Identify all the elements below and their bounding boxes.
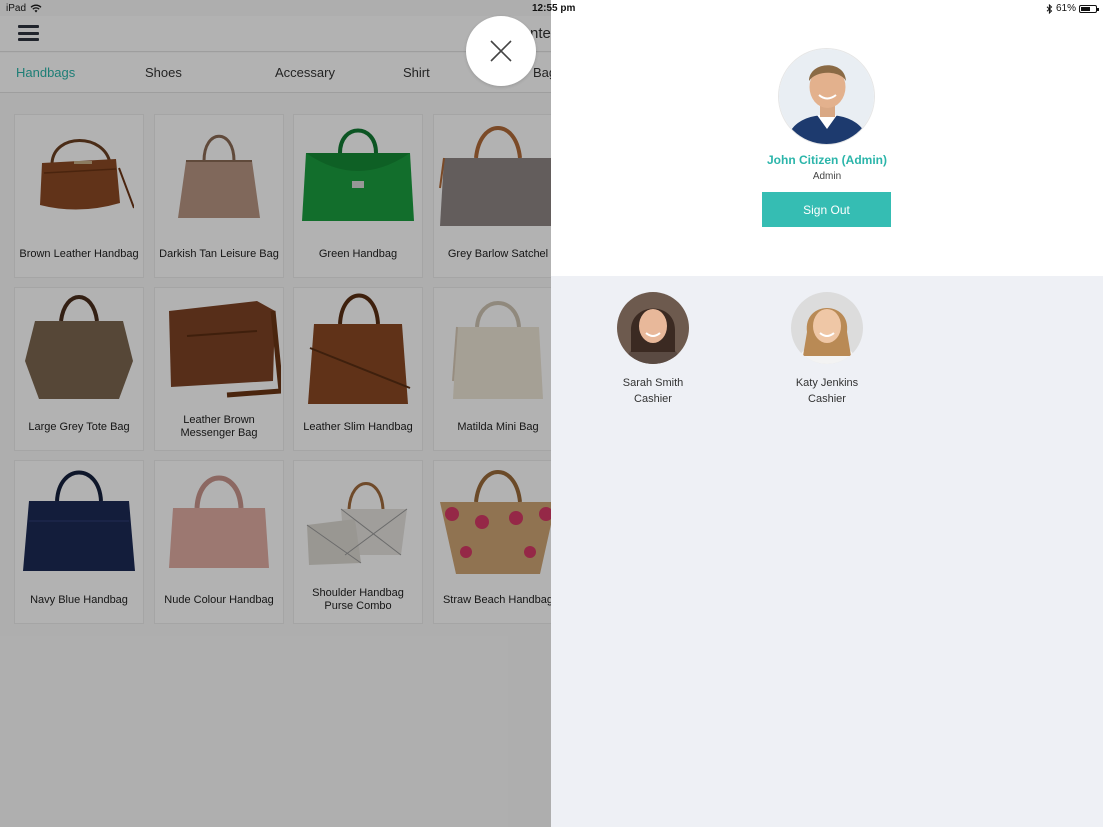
avatar	[778, 48, 875, 145]
battery-percent: 61%	[1055, 3, 1076, 14]
bluetooth-icon	[1046, 3, 1053, 14]
sign-out-button[interactable]: Sign Out	[762, 192, 891, 227]
clock: 12:55 pm	[532, 3, 576, 14]
battery-icon	[1079, 4, 1099, 13]
close-button[interactable]	[466, 16, 536, 86]
user-panel: John Citizen (Admin) Admin Sign Out Sara…	[551, 0, 1103, 827]
staff-name: Sarah Smith	[622, 377, 684, 389]
staff-item[interactable]: Sarah Smith Cashier	[598, 292, 708, 407]
staff-role: Cashier	[634, 393, 672, 405]
avatar	[791, 292, 863, 364]
staff-name: Katy Jenkins	[795, 377, 859, 389]
user-name: John Citizen (Admin)	[767, 153, 887, 167]
wifi-icon	[30, 4, 42, 13]
user-role: Admin	[812, 171, 842, 182]
close-icon	[490, 40, 512, 62]
staff-role: Cashier	[808, 393, 846, 405]
status-bar: iPad 12:55 pm 61%	[0, 0, 1103, 16]
staff-item[interactable]: Katy Jenkins Cashier	[772, 292, 882, 407]
dim-overlay[interactable]	[0, 0, 551, 827]
avatar	[617, 292, 689, 364]
current-user-section: John Citizen (Admin) Admin Sign Out	[551, 0, 1103, 276]
device-label: iPad	[6, 3, 27, 14]
